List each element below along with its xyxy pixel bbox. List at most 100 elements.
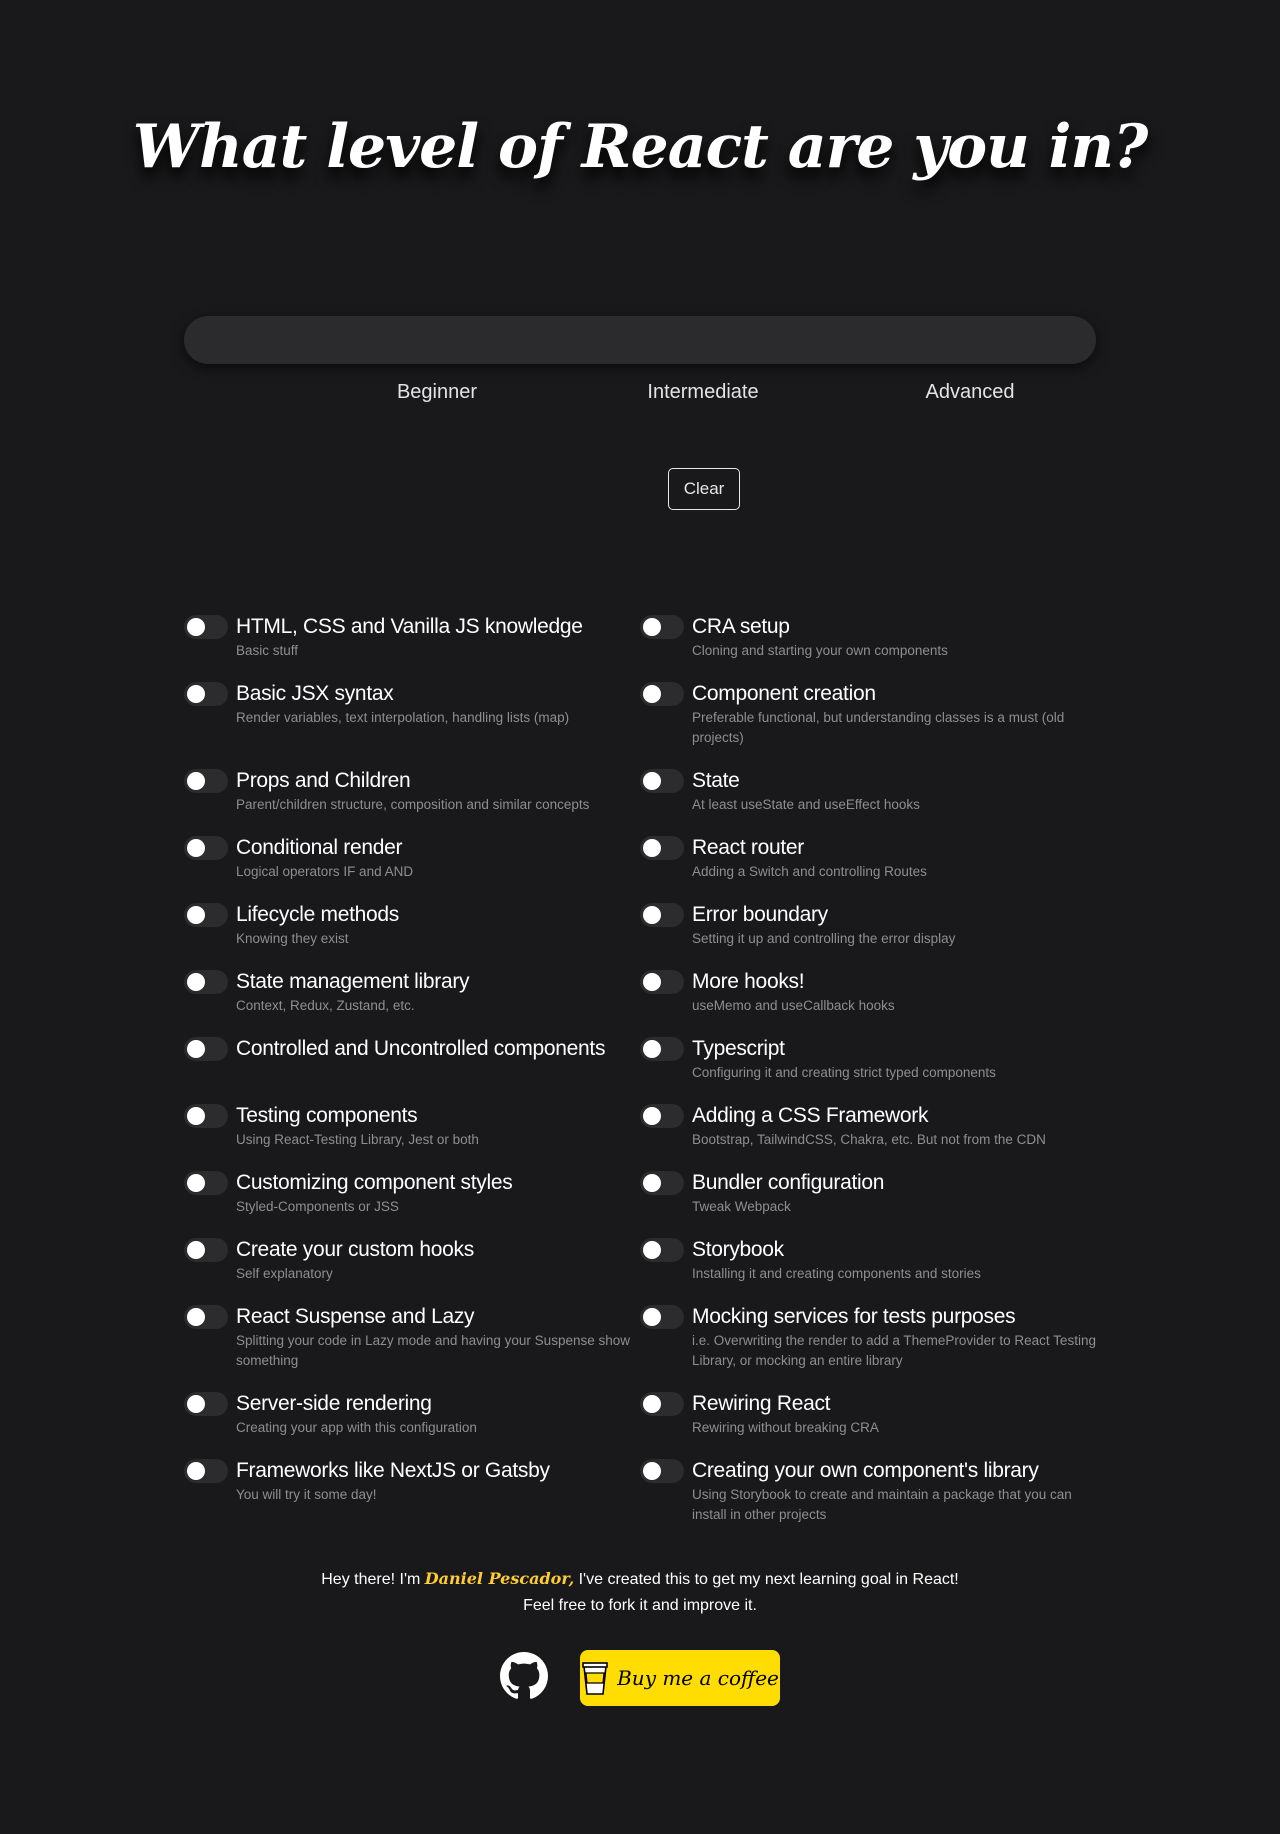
skill-toggle[interactable] bbox=[640, 836, 684, 860]
progress-bar bbox=[184, 316, 1096, 364]
skill-item: State At least useState and useEffect hoo… bbox=[640, 768, 1096, 835]
skill-label: Customizing component styles bbox=[236, 1171, 513, 1194]
skill-item: Component creation Preferable functional,… bbox=[640, 681, 1096, 768]
skill-label: Create your custom hooks bbox=[236, 1238, 474, 1261]
skill-text: CRA setup Cloning and starting your own c… bbox=[692, 614, 1096, 661]
skill-toggle[interactable] bbox=[184, 903, 228, 927]
skill-text: React router Adding a Switch and controll… bbox=[692, 835, 1096, 882]
clear-button[interactable]: Clear bbox=[668, 468, 740, 510]
skill-item: More hooks! useMemo and useCallback hooks bbox=[640, 969, 1096, 1036]
skill-description: Using Storybook to create and maintain a… bbox=[692, 1487, 1072, 1522]
skill-toggle[interactable] bbox=[640, 1305, 684, 1329]
skill-item: Creating your own component's library Usi… bbox=[640, 1458, 1096, 1545]
skill-label: Server-side rendering bbox=[236, 1392, 432, 1415]
skill-toggle[interactable] bbox=[184, 1459, 228, 1483]
skill-description: Installing it and creating components an… bbox=[692, 1266, 981, 1281]
skill-label: More hooks! bbox=[692, 970, 805, 993]
skill-toggle[interactable] bbox=[184, 682, 228, 706]
skill-text: HTML, CSS and Vanilla JS knowledge Basic … bbox=[236, 614, 640, 661]
skill-description: Adding a Switch and controlling Routes bbox=[692, 864, 927, 879]
skill-item: Basic JSX syntax Render variables, text i… bbox=[184, 681, 640, 768]
skill-label: Rewiring React bbox=[692, 1392, 831, 1415]
skill-toggle[interactable] bbox=[640, 1459, 684, 1483]
skill-description: useMemo and useCallback hooks bbox=[692, 998, 895, 1013]
skill-text: Storybook Installing it and creating comp… bbox=[692, 1237, 1096, 1284]
skill-text: Conditional render Logical operators IF a… bbox=[236, 835, 640, 882]
skill-text: Props and Children Parent/children struct… bbox=[236, 768, 640, 815]
footer-goal: I've created this to get my next learnin… bbox=[574, 1571, 959, 1588]
skill-description: Rewiring without breaking CRA bbox=[692, 1420, 879, 1435]
toggle-knob bbox=[187, 772, 205, 790]
skill-item: Mocking services for tests purposes i.e. … bbox=[640, 1304, 1096, 1391]
toggle-knob bbox=[643, 1308, 661, 1326]
skill-item: Customizing component styles Styled-Compo… bbox=[184, 1170, 640, 1237]
skill-text: Frameworks like NextJS or Gatsby You will… bbox=[236, 1458, 640, 1525]
skill-item: Storybook Installing it and creating comp… bbox=[640, 1237, 1096, 1304]
footer-message: Hey there! I'm Daniel Pescador, I've cre… bbox=[0, 1566, 1280, 1619]
level-intermediate: Intermediate bbox=[647, 381, 759, 403]
skill-toggle[interactable] bbox=[184, 1305, 228, 1329]
skill-text: State management library Context, Redux, … bbox=[236, 969, 640, 1016]
skill-description: Using React-Testing Library, Jest or bot… bbox=[236, 1132, 479, 1147]
skill-label: Typescript bbox=[692, 1037, 785, 1060]
skill-toggle[interactable] bbox=[640, 769, 684, 793]
skill-label: Mocking services for tests purposes bbox=[692, 1305, 1016, 1328]
skills-row: Server-side rendering Creating your app w… bbox=[184, 1391, 1096, 1458]
skill-text: Component creation Preferable functional,… bbox=[692, 681, 1096, 748]
skill-toggle[interactable] bbox=[184, 615, 228, 639]
toggle-knob bbox=[187, 1241, 205, 1259]
toggle-knob bbox=[643, 1462, 661, 1480]
skill-toggle[interactable] bbox=[184, 1104, 228, 1128]
toggle-knob bbox=[187, 1174, 205, 1192]
skill-label: Creating your own component's library bbox=[692, 1459, 1039, 1482]
skill-toggle[interactable] bbox=[184, 970, 228, 994]
skill-item: Lifecycle methods Knowing they exist bbox=[184, 902, 640, 969]
skill-toggle[interactable] bbox=[640, 1238, 684, 1262]
skill-toggle[interactable] bbox=[184, 1392, 228, 1416]
github-icon[interactable] bbox=[500, 1652, 548, 1700]
skill-item: Create your custom hooks Self explanatory bbox=[184, 1237, 640, 1304]
skills-row: Frameworks like NextJS or Gatsby You will… bbox=[184, 1458, 1096, 1545]
skill-toggle[interactable] bbox=[640, 1171, 684, 1195]
toggle-knob bbox=[187, 973, 205, 991]
skill-text: State At least useState and useEffect hoo… bbox=[692, 768, 1096, 815]
skill-label: Testing components bbox=[236, 1104, 418, 1127]
skill-label: State management library bbox=[236, 970, 470, 993]
skill-text: Basic JSX syntax Render variables, text i… bbox=[236, 681, 640, 748]
skill-toggle[interactable] bbox=[640, 1392, 684, 1416]
skill-label: React Suspense and Lazy bbox=[236, 1305, 475, 1328]
buy-me-a-coffee-button[interactable]: Buy me a coffee bbox=[580, 1650, 780, 1706]
skill-description: Context, Redux, Zustand, etc. bbox=[236, 998, 415, 1013]
skill-toggle[interactable] bbox=[184, 1238, 228, 1262]
skill-toggle[interactable] bbox=[640, 1037, 684, 1061]
skills-row: Testing components Using React-Testing Li… bbox=[184, 1103, 1096, 1170]
skill-description: Preferable functional, but understanding… bbox=[692, 710, 1065, 745]
footer-intro: Hey there! I'm bbox=[321, 1571, 425, 1588]
skill-toggle[interactable] bbox=[640, 615, 684, 639]
skill-toggle[interactable] bbox=[640, 1104, 684, 1128]
skill-toggle[interactable] bbox=[184, 1037, 228, 1061]
skill-label: Basic JSX syntax bbox=[236, 682, 394, 705]
skills-row: Lifecycle methods Knowing they exist Error… bbox=[184, 902, 1096, 969]
skill-item: Error boundary Setting it up and controll… bbox=[640, 902, 1096, 969]
toggle-knob bbox=[643, 1395, 661, 1413]
skill-description: Styled-Components or JSS bbox=[236, 1199, 399, 1214]
skill-toggle[interactable] bbox=[184, 1171, 228, 1195]
skill-label: Frameworks like NextJS or Gatsby bbox=[236, 1459, 550, 1482]
skill-toggle[interactable] bbox=[184, 836, 228, 860]
skill-toggle[interactable] bbox=[640, 970, 684, 994]
skills-row: Conditional render Logical operators IF a… bbox=[184, 835, 1096, 902]
coffee-label: Buy me a coffee bbox=[617, 1666, 779, 1690]
skill-text: Mocking services for tests purposes i.e. … bbox=[692, 1304, 1096, 1371]
skill-text: Rewiring React Rewiring without breaking … bbox=[692, 1391, 1096, 1438]
skill-text: Adding a CSS Framework Bootstrap, Tailwin… bbox=[692, 1103, 1096, 1150]
level-beginner: Beginner bbox=[396, 381, 478, 403]
skills-list: HTML, CSS and Vanilla JS knowledge Basic … bbox=[184, 614, 1096, 1545]
skill-toggle[interactable] bbox=[640, 682, 684, 706]
skill-label: Controlled and Uncontrolled components bbox=[236, 1037, 606, 1060]
skill-description: You will try it some day! bbox=[236, 1487, 377, 1502]
footer-fork-note: Feel free to fork it and improve it. bbox=[523, 1597, 757, 1614]
skill-toggle[interactable] bbox=[184, 769, 228, 793]
skill-toggle[interactable] bbox=[640, 903, 684, 927]
skills-row: React Suspense and Lazy Splitting your co… bbox=[184, 1304, 1096, 1391]
